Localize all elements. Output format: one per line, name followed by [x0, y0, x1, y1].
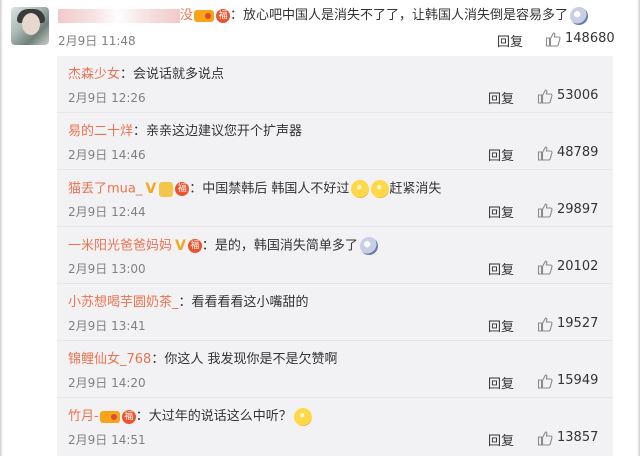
like-count: 20102	[557, 259, 599, 274]
reply-username[interactable]: 小苏想喝芋圆奶茶_	[68, 295, 179, 310]
reply-text: ：会说话就多说点	[120, 67, 225, 82]
thumbs-up-icon	[537, 431, 553, 446]
like-button[interactable]: 29897	[537, 202, 598, 218]
emoji-face-icon	[570, 6, 589, 25]
like-button[interactable]: 13857	[537, 430, 598, 446]
timestamp: 2月9日 14:46	[68, 148, 146, 162]
reply-username[interactable]: 竹月-	[68, 409, 99, 424]
reply-button[interactable]: 回复	[488, 145, 514, 164]
timestamp: 2月9日 13:41	[68, 319, 146, 333]
like-button[interactable]: 148680	[545, 31, 615, 47]
username-blurred[interactable]	[58, 8, 180, 23]
like-button[interactable]: 19527	[537, 316, 598, 332]
emoji-face-icon	[371, 180, 390, 198]
reply-username[interactable]: 猫丢了mua_	[68, 182, 142, 197]
verified-v-icon: V	[145, 181, 157, 197]
reply-button[interactable]: 回复	[488, 259, 514, 278]
timestamp: 2月9日 11:48	[58, 34, 136, 48]
thumbs-up-icon	[537, 89, 553, 104]
like-count: 13857	[557, 430, 599, 445]
reply-username[interactable]: 杰森少女	[68, 67, 120, 82]
medal-badge-icon	[159, 181, 174, 197]
fu-badge-icon: 福	[121, 409, 136, 424]
like-button[interactable]: 20102	[537, 259, 598, 275]
list-item: 易的二十烊：亲亲这边建议您开个扩声器 2月9日 14:46 回复 48789	[57, 113, 613, 170]
like-count: 53006	[557, 88, 599, 103]
like-button[interactable]: 15949	[537, 373, 598, 389]
emoji-face-icon	[359, 237, 378, 255]
list-item: 猫丢了mua_ V 福：中国禁韩后 韩国人不好过 赶紧消失 2月9日 12:44 回复…	[57, 170, 613, 227]
reply-text: ：中国禁韩后 韩国人不好过	[189, 181, 350, 197]
reply-button[interactable]: 回复	[497, 31, 523, 50]
thumbs-up-icon	[537, 317, 553, 332]
emoji-face-icon	[351, 180, 370, 198]
like-count: 19527	[557, 316, 599, 331]
reply-button[interactable]: 回复	[488, 88, 514, 107]
thumbs-up-icon	[537, 374, 553, 389]
main-comment-line: 没 福：放心吧中国人是消失不了了，让韩国人消失倒是容易多了	[58, 6, 589, 26]
fu-badge-icon: 福	[187, 239, 202, 253]
username-tail[interactable]: 没	[180, 8, 193, 23]
reply-list: 杰森少女：会说话就多说点 2月9日 12:26 回复 53006 易的二十烊：亲…	[57, 56, 613, 456]
like-button[interactable]: 53006	[537, 88, 598, 104]
main-comment: 没福：放心吧中国人是消失不了了，让韩国人消失倒是容易多了 2月9日 11:48 …	[0, 0, 640, 55]
verified-v-icon: V	[175, 238, 186, 254]
thumbs-up-icon	[537, 260, 553, 275]
list-item: 一米阳光爸爸妈妈 V 福：是的，韩国消失简单多了 2月9日 13:00 回复 201…	[57, 227, 613, 284]
reply-text: ：是的，韩国消失简单多了	[201, 238, 358, 254]
like-button[interactable]: 48789	[537, 145, 598, 161]
reply-button[interactable]: 回复	[488, 316, 514, 335]
reply-username[interactable]: 锦鲤仙女_768	[68, 352, 151, 367]
vip-badge-icon	[194, 9, 215, 22]
reply-button[interactable]: 回复	[488, 373, 514, 392]
reply-text: ：看看看看这小嘴甜的	[178, 295, 309, 310]
reply-text: ：亲亲这边建议您开个扩声器	[133, 124, 303, 139]
thumbs-up-icon	[537, 203, 553, 218]
like-count: 15949	[557, 373, 599, 388]
fu-badge-icon: 福	[175, 182, 190, 196]
like-count: 29897	[557, 202, 599, 217]
reply-text: ：大过年的说话这么中听？	[135, 409, 292, 424]
list-item: 锦鲤仙女_768：你这人 我发现你是不是欠赞啊 2月9日 14:20 回复 15…	[57, 341, 613, 398]
vip-badge-icon	[99, 410, 120, 423]
timestamp: 2月9日 12:26	[68, 91, 146, 105]
comment-text: ：放心吧中国人是消失不了了，让韩国人消失倒是容易多了	[230, 8, 569, 23]
thumbs-up-icon	[537, 146, 553, 161]
reply-button[interactable]: 回复	[488, 430, 514, 449]
avatar[interactable]	[11, 7, 49, 45]
list-item: 小苏想喝芋圆奶茶_：看看看看这小嘴甜的 2月9日 13:41 回复 19527	[57, 284, 613, 341]
timestamp: 2月9日 14:51	[68, 433, 146, 447]
like-count: 148680	[565, 31, 615, 46]
fu-badge-icon: 福	[216, 8, 231, 23]
timestamp: 2月9日 14:20	[68, 376, 146, 390]
thumbs-up-icon	[545, 32, 561, 47]
reply-button[interactable]: 回复	[488, 202, 514, 221]
left-edge-shadow	[0, 0, 3, 456]
reply-text: ：你这人 我发现你是不是欠赞啊	[151, 352, 338, 367]
list-item: 杰森少女：会说话就多说点 2月9日 12:26 回复 53006	[57, 56, 613, 113]
emoji-face-icon	[293, 407, 312, 426]
timestamp: 2月9日 12:44	[68, 205, 146, 219]
timestamp: 2月9日 13:00	[68, 262, 146, 276]
like-count: 48789	[557, 145, 599, 160]
list-item: 竹月- 福：大过年的说话这么中听？ 2月9日 14:51 回复 13857	[57, 398, 613, 455]
reply-text: 赶紧消失	[389, 181, 442, 197]
reply-username[interactable]: 易的二十烊	[68, 124, 133, 139]
reply-username[interactable]: 一米阳光爸爸妈妈	[68, 239, 172, 254]
